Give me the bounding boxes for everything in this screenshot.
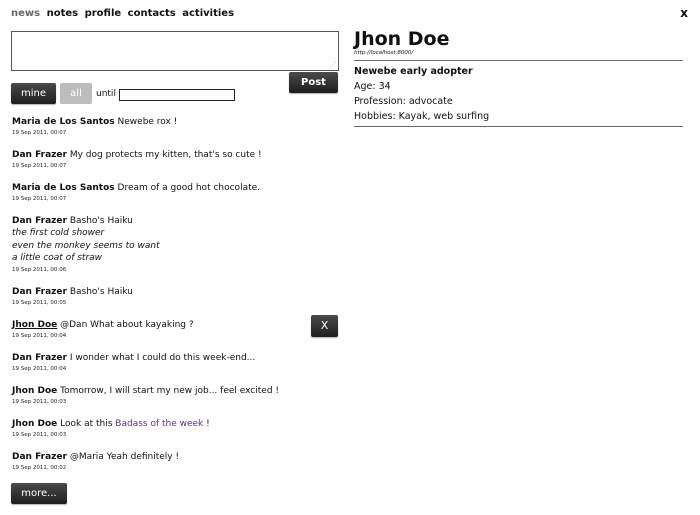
feed-item: Dan Frazer Basho's Haiku 19 Sep 2011, 00…	[12, 286, 342, 307]
feed-item-time: 19 Sep 2011, 00:03	[12, 398, 67, 405]
feed-item: Dan Frazer @Maria Yeah definitely ! 19 S…	[12, 451, 342, 472]
feed-item: Maria de Los Santos Dream of a good hot …	[12, 182, 342, 203]
feed-item-author[interactable]: Jhon Doe	[12, 320, 57, 330]
close-button[interactable]: x	[680, 6, 688, 20]
main-nav: news notes profile contacts activities	[11, 8, 237, 19]
haiku-line: even the monkey seems to want	[12, 240, 160, 251]
feed-item-text: @Dan What about kayaking ?	[60, 319, 194, 330]
feed-item-author[interactable]: Jhon Doe	[12, 419, 57, 429]
feed-item-text: Dream of a good hot chocolate.	[117, 183, 261, 193]
nav-contacts[interactable]: contacts	[128, 8, 176, 19]
feed-item-author[interactable]: Maria de Los Santos	[12, 117, 115, 127]
feed-item-text: I wonder what I could do this week-end..…	[69, 352, 256, 363]
profile-panel: Jhon Doe http://localhost:8000/ Newebe e…	[354, 28, 683, 127]
feed-item-author[interactable]: Dan Frazer	[12, 353, 67, 363]
more-button[interactable]: more...	[11, 483, 67, 504]
feed-item-time: 19 Sep 2011, 00:04	[12, 332, 67, 339]
feed-item-author[interactable]: Maria de Los Santos	[12, 183, 115, 193]
nav-news[interactable]: news	[11, 8, 40, 19]
nav-profile[interactable]: profile	[85, 8, 122, 19]
feed-item-author[interactable]: Dan Frazer	[12, 287, 67, 297]
profile-name: Jhon Doe	[354, 28, 450, 50]
profile-age: Age: 34	[354, 81, 391, 92]
feed-item: Jhon Doe Look at this Badass of the week…	[12, 418, 342, 439]
feed-item-author[interactable]: Dan Frazer	[12, 452, 67, 462]
profile-url[interactable]: http://localhost:8000/	[354, 50, 683, 56]
feed-item-time: 19 Sep 2011, 00:02	[12, 464, 67, 471]
feed-item-time: 19 Sep 2011, 00:06	[12, 266, 67, 273]
feed-item-text: Newebe rox !	[117, 117, 178, 127]
feed-item-time: 19 Sep 2011, 00:04	[12, 365, 67, 372]
feed-item: Dan Frazer Basho's Haiku the first cold …	[12, 215, 342, 274]
feed-item: Jhon Doe Tomorrow, I will start my new j…	[12, 385, 342, 406]
feed-item-time: 19 Sep 2011, 00:07	[12, 196, 67, 202]
haiku-line: a little coat of straw	[12, 253, 103, 263]
profile-profession: Profession: advocate	[354, 96, 453, 107]
feed-item: Maria de Los Santos Newebe rox ! 19 Sep …	[12, 116, 342, 137]
feed-item-time: 19 Sep 2011, 00:03	[12, 431, 67, 438]
until-date-input[interactable]	[119, 89, 235, 101]
mine-filter-button[interactable]: mine	[11, 83, 56, 104]
profile-hobbies: Hobbies: Kayak, web surfing	[354, 111, 490, 122]
feed-item-text-after: !	[206, 418, 210, 429]
feed-item-author[interactable]: Dan Frazer	[12, 150, 67, 160]
post-button[interactable]: Post	[289, 72, 338, 93]
badass-link[interactable]: Badass of the week	[115, 419, 203, 429]
feed-item-time: 19 Sep 2011, 00:07	[12, 130, 67, 136]
feed-item-text: My dog protects my kitten, that's so cut…	[69, 150, 262, 160]
feed-item-author[interactable]: Dan Frazer	[12, 216, 67, 226]
feed-item-author[interactable]: Jhon Doe	[12, 386, 57, 396]
feed-item-text: Basho's Haiku	[69, 216, 133, 226]
feed-item-text: Tomorrow, I will start my new job... fee…	[60, 385, 279, 396]
nav-activities[interactable]: activities	[182, 8, 234, 19]
feed-item: Dan Frazer My dog protects my kitten, th…	[12, 149, 342, 170]
haiku-line: the first cold shower	[12, 228, 105, 238]
nav-notes[interactable]: notes	[47, 8, 79, 19]
news-feed: Maria de Los Santos Newebe rox ! 19 Sep …	[12, 116, 342, 472]
feed-item-text: Look at this	[60, 418, 113, 429]
profile-tagline: Newebe early adopter	[354, 66, 473, 77]
feed-item-text: Basho's Haiku	[69, 286, 133, 297]
all-filter-button[interactable]: all	[60, 83, 92, 104]
feed-item: Dan Frazer I wonder what I could do this…	[12, 352, 342, 373]
divider	[354, 60, 683, 61]
until-label: until	[96, 89, 116, 99]
feed-item: Jhon Doe @Dan What about kayaking ? 19 S…	[12, 314, 342, 340]
feed-item-time: 19 Sep 2011, 00:05	[12, 299, 67, 306]
divider	[354, 126, 683, 127]
delete-post-button[interactable]: X	[311, 314, 338, 337]
feed-item-time: 19 Sep 2011, 00:07	[12, 163, 67, 169]
micropost-input[interactable]	[11, 31, 339, 71]
feed-item-text: @Maria Yeah definitely !	[69, 451, 180, 462]
